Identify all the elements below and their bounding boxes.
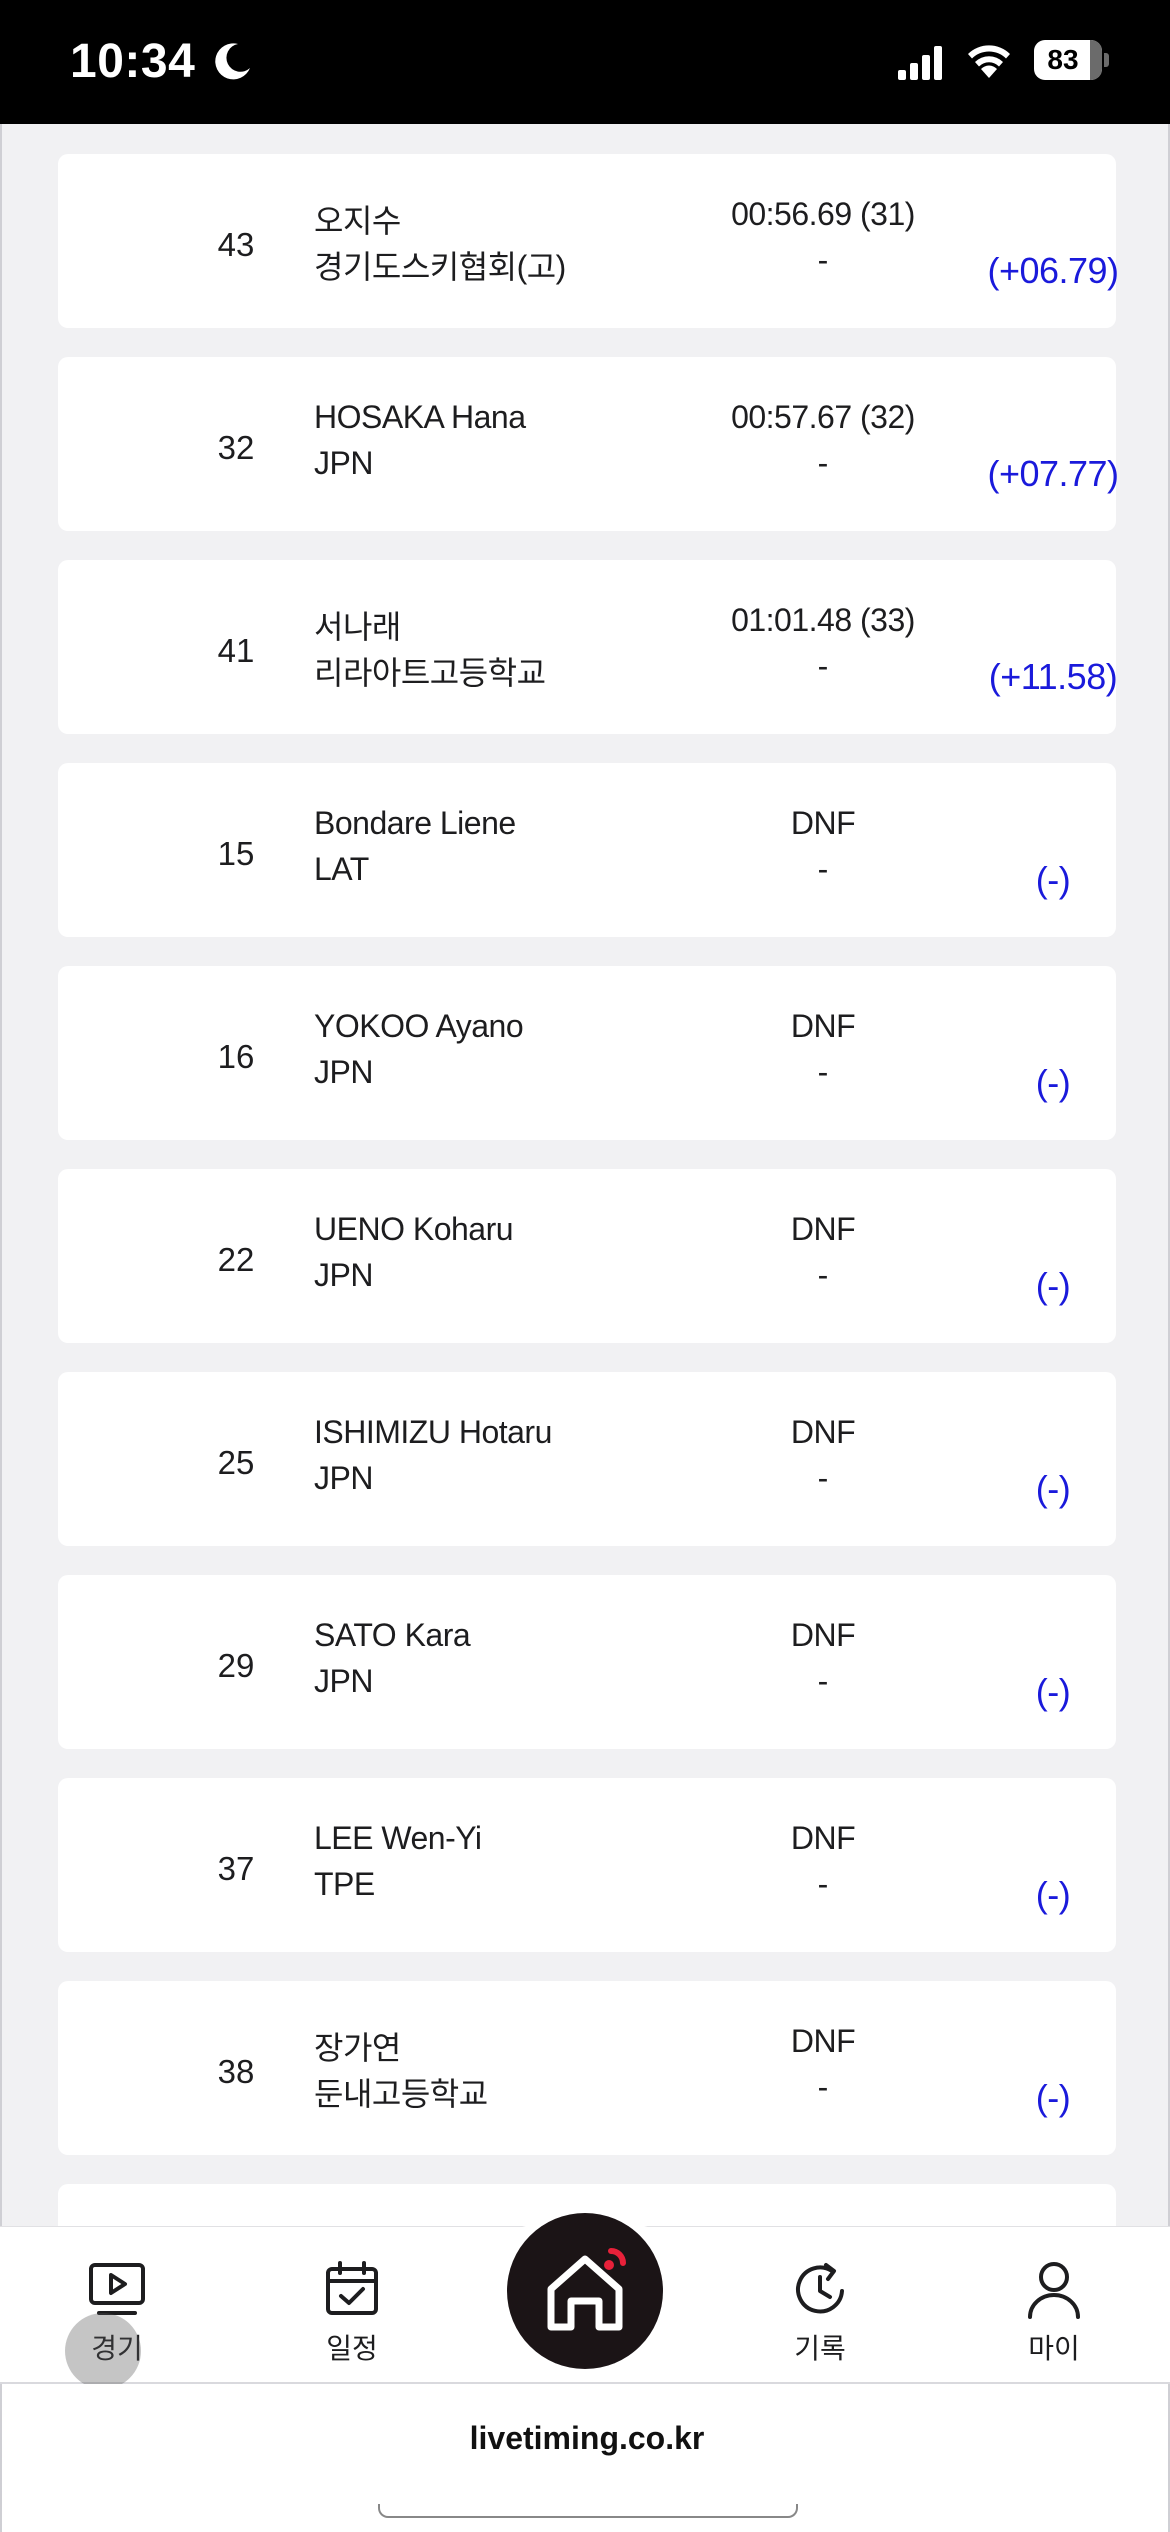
- tab-records[interactable]: 기록: [760, 2257, 880, 2367]
- result-row[interactable]: 15 Bondare Liene LAT DNF - (-): [58, 763, 1116, 937]
- battery-level: 83: [1047, 44, 1079, 75]
- history-clock-icon: [796, 2263, 844, 2314]
- athlete-name: YOKOO Ayano: [314, 1008, 524, 1044]
- athlete-team: JPN: [314, 1054, 373, 1090]
- calendar-check-icon: [326, 2261, 378, 2315]
- run-time: DNF: [790, 1414, 856, 1450]
- tab-records-label: 기록: [794, 2333, 846, 2364]
- status-bar: 10:34 83: [0, 0, 1170, 124]
- athlete-team: LAT: [314, 851, 369, 887]
- athlete-team: 경기도스키협회(고): [314, 249, 566, 285]
- battery-icon: 83: [1034, 40, 1110, 80]
- play-video-icon: [89, 2263, 145, 2315]
- result-row[interactable]: 29 SATO Kara JPN DNF - (-): [58, 1575, 1116, 1749]
- athlete-team: TPE: [314, 1866, 375, 1902]
- home-icon: [547, 2248, 626, 2331]
- athlete-name: HOSAKA Hana: [314, 399, 526, 435]
- bib-number: 41: [217, 632, 255, 669]
- result-row[interactable]: 22 UENO Koharu JPN DNF - (-): [58, 1169, 1116, 1343]
- status-time: 10:34: [70, 35, 196, 88]
- tab-schedule[interactable]: 일정: [292, 2257, 412, 2367]
- result-row[interactable]: 16 YOKOO Ayano JPN DNF - (-): [58, 966, 1116, 1140]
- signal-icon: [898, 46, 942, 80]
- info-overlay-icon[interactable]: [65, 2313, 141, 2389]
- user-icon: [1028, 2262, 1080, 2319]
- athlete-team: 리라아트고등학교: [314, 655, 546, 691]
- result-row[interactable]: 41 서나래 리라아트고등학교 01:01.48 (33) - (+11.58): [58, 560, 1118, 734]
- browser-address-bar[interactable]: livetiming.co.kr: [0, 2384, 1170, 2532]
- time-difference: (+06.79): [987, 250, 1119, 291]
- time-difference: (-): [1035, 859, 1071, 900]
- time-difference: (-): [1035, 2077, 1071, 2118]
- wifi-icon: [968, 45, 1010, 78]
- athlete-name: LEE Wen-Yi: [314, 1820, 482, 1856]
- bib-number: 15: [217, 835, 255, 872]
- run-time: 00:56.69 (31): [731, 196, 915, 232]
- athlete-name: 서나래: [314, 609, 401, 645]
- athlete-name: UENO Koharu: [314, 1211, 514, 1247]
- time-difference: (-): [1035, 1265, 1071, 1306]
- run-time: DNF: [790, 1617, 856, 1653]
- athlete-name: 장가연: [314, 2030, 401, 2066]
- bib-number: 32: [217, 429, 255, 466]
- athlete-team: JPN: [314, 1663, 373, 1699]
- bib-number: 38: [217, 2053, 255, 2090]
- run-time: DNF: [790, 2023, 856, 2059]
- run-time: DNF: [790, 1211, 856, 1247]
- athlete-team: 둔내고등학교: [314, 2076, 488, 2112]
- run-time: DNF: [790, 1008, 856, 1044]
- tab-my-label: 마이: [1028, 2333, 1080, 2364]
- athlete-team: JPN: [314, 445, 373, 481]
- home-indicator: [378, 2504, 798, 2518]
- athlete-name: ISHIMIZU Hotaru: [314, 1414, 552, 1450]
- bib-number: 22: [217, 1241, 255, 1278]
- run-time: 00:57.67 (32): [731, 399, 915, 435]
- time-difference: (+11.58): [988, 656, 1118, 697]
- athlete-name: SATO Kara: [314, 1617, 471, 1653]
- time-difference: (-): [1035, 1874, 1071, 1915]
- time-difference: (-): [1035, 1468, 1071, 1509]
- athlete-team: JPN: [314, 1460, 373, 1496]
- result-row[interactable]: 25 ISHIMIZU Hotaru JPN DNF - (-): [58, 1372, 1116, 1546]
- moon-icon: [215, 43, 250, 80]
- url-text[interactable]: livetiming.co.kr: [2, 2420, 1170, 2457]
- tab-my[interactable]: 마이: [994, 2257, 1114, 2367]
- tab-games[interactable]: 경기: [57, 2257, 177, 2389]
- result-row[interactable]: 43 오지수 경기도스키협회(고) 00:56.69 (31) - (+06.7…: [58, 154, 1119, 328]
- time-difference: (-): [1035, 1062, 1071, 1103]
- athlete-name: Bondare Liene: [314, 805, 516, 841]
- bib-number: 16: [217, 1038, 255, 1075]
- time-difference: (-): [1035, 1671, 1071, 1712]
- home-button[interactable]: [507, 2213, 663, 2369]
- athlete-team: JPN: [314, 1257, 373, 1293]
- bib-number: 43: [217, 226, 255, 263]
- bib-number: 37: [217, 1850, 255, 1887]
- time-difference: (+07.77): [987, 453, 1119, 494]
- results-list[interactable]: 43 오지수 경기도스키협회(고) 00:56.69 (31) - (+06.7…: [0, 124, 1170, 2228]
- run-time: 01:01.48 (33): [731, 602, 915, 638]
- bib-number: 25: [217, 1444, 255, 1481]
- bottom-tab-bar: 경기 일정 기록 마이: [0, 2213, 1170, 2389]
- run-time: DNF: [790, 1820, 856, 1856]
- tab-schedule-label: 일정: [326, 2333, 378, 2364]
- result-row[interactable]: 32 HOSAKA Hana JPN 00:57.67 (32) - (+07.…: [58, 357, 1119, 531]
- result-row[interactable]: 38 장가연 둔내고등학교 DNF - (-): [58, 1981, 1116, 2155]
- result-row[interactable]: 37 LEE Wen-Yi TPE DNF - (-): [58, 1778, 1116, 1952]
- run-time: DNF: [790, 805, 856, 841]
- athlete-name: 오지수: [314, 203, 401, 239]
- bib-number: 29: [217, 1647, 255, 1684]
